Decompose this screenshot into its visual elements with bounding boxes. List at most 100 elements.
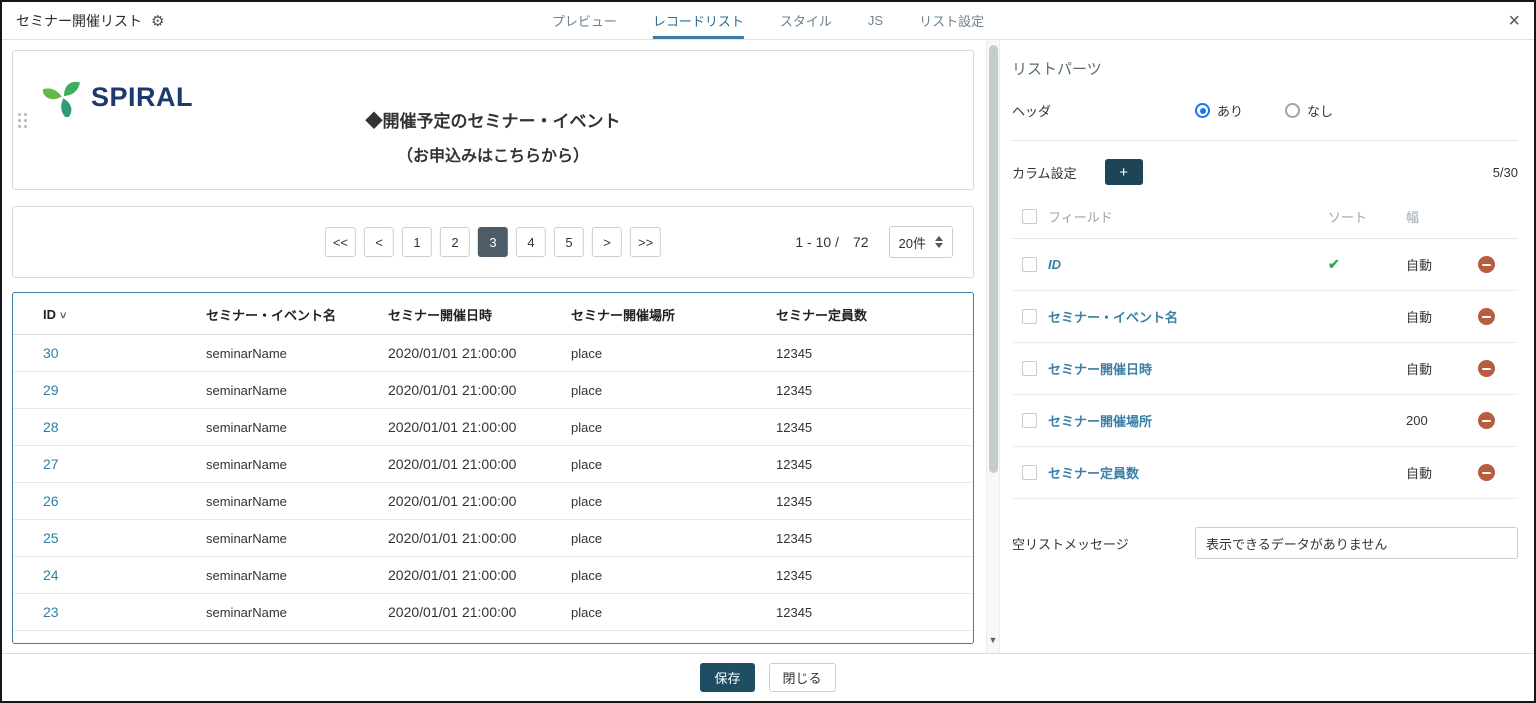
pagination-controls: << < 1 2 3 4 5 > >> xyxy=(324,227,662,257)
page-number-button-active[interactable]: 3 xyxy=(478,227,508,257)
content-area: SPIRAL ◆開催予定のセミナー・イベント （お申込みはこちらから） << <… xyxy=(2,40,1534,653)
width-column-header: 幅 xyxy=(1406,210,1420,225)
save-button[interactable]: 保存 xyxy=(700,663,755,692)
record-datetime: 2020/01/01 21:00:00 xyxy=(380,556,563,594)
table-row: 26 seminarName 2020/01/01 21:00:00 place… xyxy=(13,482,973,520)
tab-style[interactable]: スタイル xyxy=(780,2,832,39)
field-checkbox[interactable] xyxy=(1022,257,1037,272)
remove-field-icon[interactable] xyxy=(1478,256,1495,273)
record-list-block[interactable]: ID ˅ セミナー・イベント名 セミナー開催日時 セミナー開催場所 セミナー定員数… xyxy=(12,292,974,644)
preview-pane: SPIRAL ◆開催予定のセミナー・イベント （お申込みはこちらから） << <… xyxy=(2,40,986,653)
record-place: place xyxy=(563,519,768,557)
field-checkbox[interactable] xyxy=(1022,413,1037,428)
empty-message-row: 空リストメッセージ xyxy=(1012,527,1518,559)
record-id-link[interactable]: 26 xyxy=(13,482,198,520)
page-number-button[interactable]: 1 xyxy=(402,227,432,257)
record-id-link[interactable]: 24 xyxy=(13,556,198,594)
record-place: place xyxy=(563,556,768,594)
page-last-button[interactable]: >> xyxy=(630,227,662,257)
field-checkbox[interactable] xyxy=(1022,465,1037,480)
field-name-link[interactable]: セミナー開催日時 xyxy=(1048,359,1328,378)
remove-field-icon[interactable] xyxy=(1478,308,1495,325)
header-radio-no[interactable]: なし xyxy=(1285,101,1333,120)
field-width-value[interactable]: 200 xyxy=(1406,413,1478,428)
record-id-link[interactable]: 29 xyxy=(13,371,198,409)
empty-message-label: 空リストメッセージ xyxy=(1012,536,1129,552)
record-name: seminarName xyxy=(198,482,380,520)
record-capacity: 12345 xyxy=(768,408,973,446)
remove-field-icon[interactable] xyxy=(1478,412,1495,429)
field-row: セミナー開催場所 200 xyxy=(1012,395,1518,447)
scrollbar-thumb[interactable] xyxy=(989,45,998,473)
tab-record-list[interactable]: レコードリスト xyxy=(652,2,744,39)
field-name-link[interactable]: セミナー定員数 xyxy=(1048,463,1328,482)
page-number-button[interactable]: 5 xyxy=(554,227,584,257)
sort-check-icon[interactable]: ✔ xyxy=(1328,256,1406,273)
column-header-datetime: セミナー開催日時 xyxy=(380,293,563,335)
vertical-scrollbar[interactable]: ▼ xyxy=(986,40,1000,653)
per-page-value: 20件 xyxy=(898,235,926,251)
column-count: 5/30 xyxy=(1492,164,1518,180)
record-datetime: 2020/01/01 21:00:00 xyxy=(380,593,563,631)
record-id-link[interactable]: 28 xyxy=(13,408,198,446)
record-capacity: 12345 xyxy=(768,334,973,372)
scroll-down-arrow-icon[interactable]: ▼ xyxy=(987,635,999,645)
radio-selected-icon xyxy=(1195,103,1210,118)
field-width-value[interactable]: 自動 xyxy=(1406,307,1478,326)
table-row: 24 seminarName 2020/01/01 21:00:00 place… xyxy=(13,556,973,594)
record-place: place xyxy=(563,408,768,446)
panel-title: リストパーツ xyxy=(1012,61,1102,78)
record-datetime: 2020/01/01 21:00:00 xyxy=(380,482,563,520)
record-name: seminarName xyxy=(198,371,380,409)
record-name: seminarName xyxy=(198,445,380,483)
column-setting-label: カラム設定 xyxy=(1012,165,1077,181)
pagination-block[interactable]: << < 1 2 3 4 5 > >> 1 - 10 / 72 20件 xyxy=(12,206,974,278)
tab-preview[interactable]: プレビュー xyxy=(552,2,617,39)
record-name: seminarName xyxy=(198,593,380,631)
page-first-button[interactable]: << xyxy=(324,227,356,257)
empty-message-input[interactable] xyxy=(1195,527,1518,559)
add-column-button[interactable]: + xyxy=(1104,159,1143,185)
field-checkbox[interactable] xyxy=(1022,309,1037,324)
page-next-button[interactable]: > xyxy=(592,227,622,257)
record-id-link[interactable]: 23 xyxy=(13,593,198,631)
table-row: 23 seminarName 2020/01/01 21:00:00 place… xyxy=(13,593,973,631)
remove-field-icon[interactable] xyxy=(1478,464,1495,481)
field-width-value[interactable]: 自動 xyxy=(1406,463,1478,482)
list-header-block[interactable]: SPIRAL ◆開催予定のセミナー・イベント （お申込みはこちらから） xyxy=(12,50,974,190)
pagination-summary: 1 - 10 / 72 20件 xyxy=(795,226,953,258)
preview-title: ◆開催予定のセミナー・イベント （お申込みはこちらから） xyxy=(13,107,973,166)
record-id-link[interactable]: 27 xyxy=(13,445,198,483)
page-number-button[interactable]: 4 xyxy=(516,227,546,257)
record-id-link[interactable]: 25 xyxy=(13,519,198,557)
tab-list-settings[interactable]: リスト設定 xyxy=(919,2,984,39)
gear-icon[interactable]: ⚙ xyxy=(151,12,164,30)
column-header-name: セミナー・イベント名 xyxy=(198,293,380,335)
radio-unselected-icon xyxy=(1285,103,1301,118)
footer-bar: 保存 閉じる xyxy=(2,653,1534,701)
radio-yes-label: あり xyxy=(1217,104,1244,119)
field-row: セミナー定員数 自動 xyxy=(1012,447,1518,499)
record-place: place xyxy=(563,445,768,483)
header-radio-yes[interactable]: あり xyxy=(1195,101,1243,120)
header-setting-row: ヘッダ あり なし xyxy=(1012,95,1518,141)
per-page-select[interactable]: 20件 xyxy=(888,226,953,258)
record-place: place xyxy=(563,593,768,631)
remove-field-icon[interactable] xyxy=(1478,360,1495,377)
field-width-value[interactable]: 自動 xyxy=(1406,359,1478,378)
column-header-id[interactable]: ID ˅ xyxy=(13,293,198,335)
field-name-link[interactable]: セミナー・イベント名 xyxy=(1048,307,1328,326)
record-place: place xyxy=(563,334,768,372)
tab-js[interactable]: JS xyxy=(868,2,883,39)
page-prev-button[interactable]: < xyxy=(364,227,394,257)
select-all-checkbox[interactable] xyxy=(1022,209,1037,224)
field-name-link[interactable]: セミナー開催場所 xyxy=(1048,411,1328,430)
field-width-value[interactable]: 自動 xyxy=(1406,255,1478,274)
page-number-button[interactable]: 2 xyxy=(440,227,470,257)
close-button[interactable]: 閉じる xyxy=(768,663,836,692)
field-checkbox[interactable] xyxy=(1022,361,1037,376)
field-name-link[interactable]: ID xyxy=(1048,257,1328,272)
table-row: 27 seminarName 2020/01/01 21:00:00 place… xyxy=(13,445,973,483)
close-icon[interactable]: × xyxy=(1508,11,1520,31)
record-id-link[interactable]: 30 xyxy=(13,334,198,372)
